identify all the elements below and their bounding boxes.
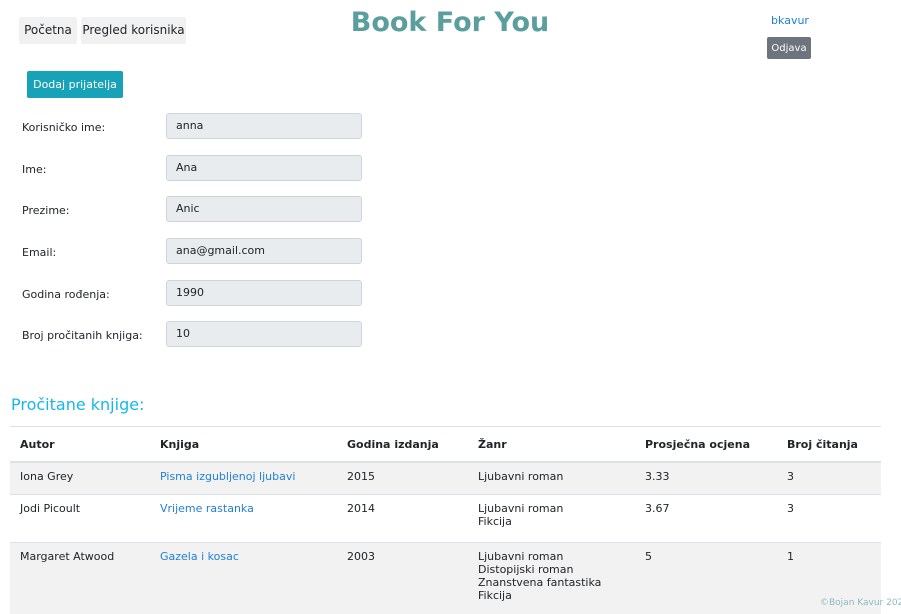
column-header-genre: Žanr: [468, 426, 635, 463]
column-header-year: Godina izdanja: [337, 426, 468, 463]
genre-cell: Ljubavni roman Fikcija: [468, 493, 635, 542]
brand-title: Book For You: [350, 7, 550, 38]
book-cell: Pisma izgubljenoj ljubavi: [150, 461, 337, 494]
genre-item: Distopijski roman: [478, 562, 574, 576]
author-cell: Margaret Atwood: [10, 541, 150, 614]
footer-copyright: ©Bojan Kavur 2021: [820, 598, 901, 608]
genre-cell: Ljubavni roman: [468, 461, 635, 494]
rating-cell: 5: [635, 541, 777, 614]
username-link[interactable]: bkavur: [760, 14, 820, 27]
author-cell: Iona Grey: [10, 461, 150, 494]
birth-year-field[interactable]: [166, 280, 362, 306]
table-row: Margaret Atwood Gazela i kosac 2003 Ljub…: [10, 541, 881, 614]
rating-cell: 3.67: [635, 493, 777, 542]
email-field[interactable]: [166, 238, 362, 264]
genre-item: Ljubavni roman: [478, 549, 564, 563]
book-cell: Vrijeme rastanka: [150, 493, 337, 542]
books-read-count-label: Broj pročitanih knjiga:: [22, 329, 143, 342]
genre-item: Znanstvena fantastika: [478, 575, 602, 589]
table-row: Iona Grey Pisma izgubljenoj ljubavi 2015…: [10, 461, 881, 494]
nav-home-button[interactable]: Početna: [19, 17, 77, 44]
year-cell: 2014: [337, 493, 468, 542]
book-cell: Gazela i kosac: [150, 541, 337, 614]
read-books-table: Autor Knjiga Godina izdanja Žanr Prosječ…: [10, 426, 881, 614]
column-header-author: Autor: [10, 426, 150, 463]
last-name-field[interactable]: [166, 196, 362, 222]
email-label: Email:: [22, 246, 57, 259]
add-friend-button[interactable]: Dodaj prijatelja: [27, 71, 123, 98]
birth-year-label: Godina rođenja:: [22, 288, 110, 301]
book-link[interactable]: Pisma izgubljenoj ljubavi: [160, 470, 295, 483]
genre-item: Ljubavni roman: [478, 470, 564, 483]
first-name-label: Ime:: [22, 163, 47, 176]
column-header-book: Knjiga: [150, 426, 337, 463]
genre-cell: Ljubavni roman Distopijski roman Znanstv…: [468, 541, 635, 614]
year-cell: 2015: [337, 461, 468, 494]
books-read-count-field[interactable]: [166, 321, 362, 347]
table-header-row: Autor Knjiga Godina izdanja Žanr Prosječ…: [10, 426, 881, 463]
last-name-label: Prezime:: [22, 204, 70, 217]
first-name-field[interactable]: [166, 155, 362, 181]
logout-button[interactable]: Odjava: [767, 37, 811, 59]
nav-users-overview-button[interactable]: Pregled korisnika: [81, 17, 186, 44]
username-field[interactable]: [166, 113, 362, 139]
year-cell: 2003: [337, 541, 468, 614]
username-label: Korisničko ime:: [22, 121, 106, 134]
table-row: Jodi Picoult Vrijeme rastanka 2014 Ljuba…: [10, 493, 881, 542]
read-count-cell: 3: [777, 461, 881, 494]
read-books-title: Pročitane knjige:: [11, 395, 145, 414]
author-cell: Jodi Picoult: [10, 493, 150, 542]
column-header-read-count: Broj čitanja: [777, 426, 881, 463]
genre-item: Fikcija: [478, 588, 512, 602]
rating-cell: 3.33: [635, 461, 777, 494]
book-link[interactable]: Gazela i kosac: [160, 550, 239, 563]
column-header-avg-rating: Prosječna ocjena: [635, 426, 777, 463]
genre-item: Ljubavni roman: [478, 501, 564, 515]
read-count-cell: 3: [777, 493, 881, 542]
genre-item: Fikcija: [478, 514, 512, 528]
book-link[interactable]: Vrijeme rastanka: [160, 502, 254, 515]
